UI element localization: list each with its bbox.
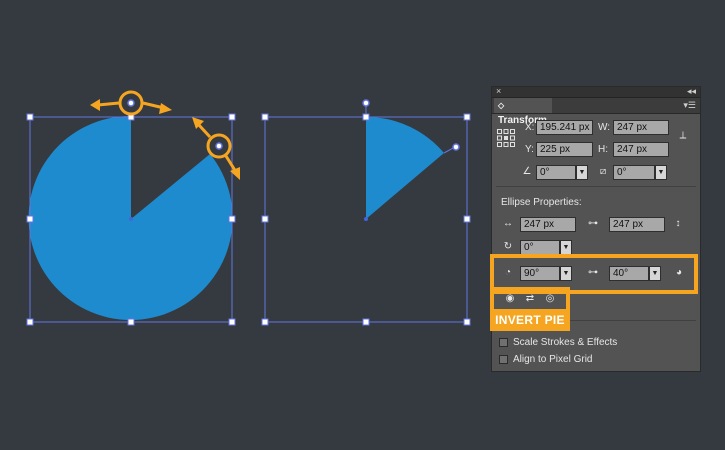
w-label: W: [598,122,611,133]
scale-strokes-label: Scale Strokes & Effects [513,337,618,348]
ellipse-height-field[interactable]: 247 px [609,217,665,232]
ellipse-rotate-field[interactable]: 0° [520,240,560,255]
scale-strokes-checkbox[interactable] [499,338,508,347]
panel-tab-row: ◇ Transform ▾☰ [492,98,700,126]
shear-dropdown-chevron-icon[interactable]: ▼ [655,165,667,180]
divider [496,186,696,187]
pie-shape-right[interactable] [366,116,444,219]
invert-pie-callout-label: INVERT PIE [490,310,570,331]
rotate-dropdown-chevron-icon[interactable]: ▼ [576,165,588,180]
collapse-icon[interactable]: ◂◂ [687,85,696,97]
ellipse-width-icon: ↔ [503,218,513,229]
ellipse-width-field[interactable]: 247 px [520,217,576,232]
reference-point-grid-icon[interactable] [497,129,515,147]
ellipse-height-icon: ↕ [675,218,681,229]
ellipse-properties-title: Ellipse Properties: [501,197,582,208]
panel-menu-icon[interactable]: ▾☰ [683,98,696,113]
pie-center-point-left [129,217,133,221]
pie-center-point-right [364,217,368,221]
pie-end-angle-widget-right[interactable] [452,143,460,151]
ellipse-link-icon[interactable]: ⊶ [586,218,600,230]
y-field[interactable]: 225 px [536,142,593,157]
x-label: X: [525,122,535,133]
rotate-angle-icon: ∠ [522,166,532,177]
expand-toggle-icon[interactable]: ◇ [498,101,504,110]
h-label: H: [598,144,608,155]
shear-field[interactable]: 0° [613,165,655,180]
pie-end-angle-widget[interactable] [215,142,223,150]
rotate-field[interactable]: 0° [536,165,576,180]
link-icon[interactable]: ⟂ [676,130,690,142]
ellipse-rotate-dropdown-chevron-icon[interactable]: ▼ [560,240,572,255]
pie-start-angle-widget[interactable] [127,99,135,107]
align-pixel-grid-checkbox[interactable] [499,355,508,364]
x-field[interactable]: 195.241 px [536,120,593,135]
ellipse-rotate-icon: ↻ [503,241,513,252]
width-field[interactable]: 247 px [613,120,669,135]
close-icon[interactable]: × [496,85,501,97]
align-pixel-grid-label: Align to Pixel Grid [513,354,593,365]
pie-start-angle-widget-right[interactable] [362,99,370,107]
panel-title-bar[interactable]: × ◂◂ [492,85,700,98]
y-label: Y: [525,144,534,155]
tab-transform[interactable]: ◇ Transform [494,98,552,126]
shear-icon: ⧄ [599,166,607,177]
height-field[interactable]: 247 px [613,142,669,157]
